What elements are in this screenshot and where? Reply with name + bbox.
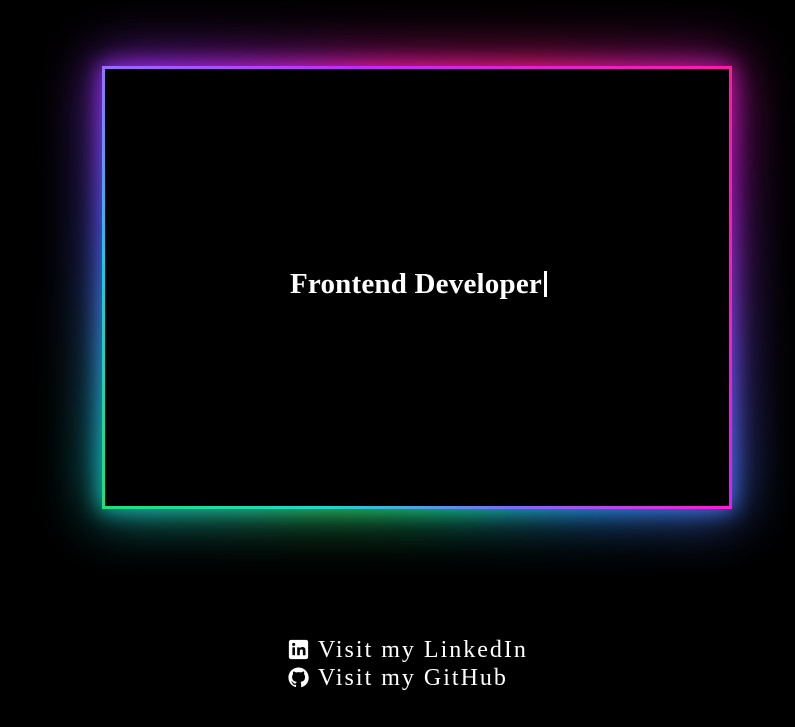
card-border-left	[102, 66, 105, 509]
card-border-top	[102, 66, 732, 69]
hero-card: Frontend Developer	[102, 66, 732, 509]
hero-card-body: Frontend Developer	[105, 69, 729, 506]
github-icon	[288, 666, 309, 688]
github-link[interactable]: Visit my GitHub	[288, 664, 528, 692]
typing-cursor	[543, 271, 547, 297]
linkedin-link-label: Visit my LinkedIn	[318, 637, 528, 663]
social-links: Visit my LinkedIn Visit my GitHub	[288, 636, 528, 692]
typed-headline: Frontend Developer	[290, 268, 547, 301]
page: Frontend Developer Visit my LinkedIn Vis…	[0, 0, 795, 727]
github-link-label: Visit my GitHub	[318, 665, 508, 691]
linkedin-icon	[288, 639, 309, 660]
card-border-bottom	[102, 506, 732, 509]
card-border-right	[729, 66, 732, 509]
typed-text: Frontend Developer	[290, 268, 542, 300]
linkedin-link[interactable]: Visit my LinkedIn	[288, 636, 528, 664]
